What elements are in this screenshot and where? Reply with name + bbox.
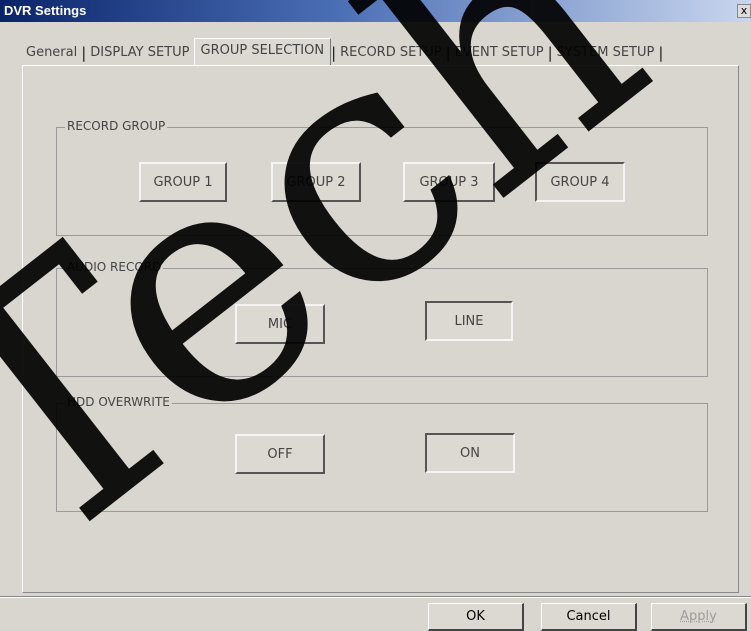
line-button[interactable]: LINE — [425, 301, 513, 341]
audio-record-box: AUDIO RECORD MIC LINE — [56, 260, 708, 377]
footer-divider — [0, 596, 751, 598]
tab-display-setup[interactable]: DISPLAY SETUP — [86, 42, 193, 66]
record-group-legend: RECORD GROUP — [65, 119, 168, 133]
on-button[interactable]: ON — [425, 433, 515, 473]
title-bar: DVR Settings x — [0, 0, 751, 22]
hdd-overwrite-box: HDD OVERWRITE OFF ON — [56, 395, 708, 512]
group-4-button[interactable]: GROUP 4 — [535, 162, 625, 202]
window-title: DVR Settings — [4, 3, 87, 18]
off-button[interactable]: OFF — [235, 434, 325, 474]
audio-record-legend: AUDIO RECORD — [65, 260, 164, 274]
close-icon[interactable]: x — [737, 4, 751, 18]
apply-button[interactable]: Apply — [651, 603, 747, 631]
group-1-button[interactable]: GROUP 1 — [139, 162, 227, 202]
record-group-box: RECORD GROUP GROUP 1 GROUP 2 GROUP 3 GRO… — [56, 119, 708, 236]
tab-strip: General | DISPLAY SETUP GROUP SELECTION … — [22, 38, 663, 66]
cancel-button[interactable]: Cancel — [541, 603, 637, 631]
ok-button[interactable]: OK — [428, 603, 524, 631]
tab-system-setup[interactable]: SYSTEM SETUP — [553, 42, 659, 66]
mic-button[interactable]: MIC — [235, 304, 325, 344]
tab-event-setup[interactable]: EVENT SETUP — [451, 42, 548, 66]
tab-record-setup[interactable]: RECORD SETUP — [336, 42, 446, 66]
group-2-button[interactable]: GROUP 2 — [271, 162, 361, 202]
tab-separator: | — [658, 44, 664, 62]
tab-general[interactable]: General — [22, 42, 81, 66]
group-3-button[interactable]: GROUP 3 — [403, 162, 495, 202]
tab-group-selection[interactable]: GROUP SELECTION — [193, 38, 332, 66]
hdd-overwrite-legend: HDD OVERWRITE — [65, 395, 172, 409]
